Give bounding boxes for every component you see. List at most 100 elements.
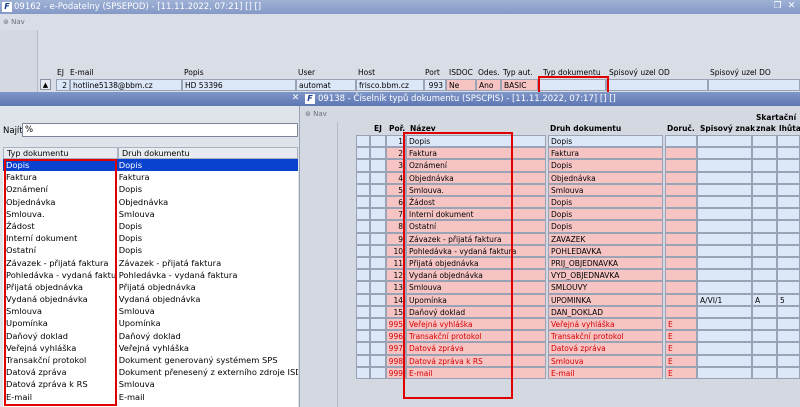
cell-doruc[interactable]: [665, 171, 697, 184]
cell-skart-lhuta[interactable]: [777, 269, 800, 282]
cell-port[interactable]: 993: [424, 79, 446, 91]
cell-skart-znak[interactable]: [752, 171, 777, 184]
cell-ej[interactable]: [370, 147, 386, 160]
cell-skart-znak[interactable]: [752, 208, 777, 221]
cell-email[interactable]: hotline5138@bbm.cz: [70, 79, 182, 91]
lov-col-druh[interactable]: Druh dokumentu: [118, 147, 298, 159]
cell-ej[interactable]: [370, 196, 386, 209]
cell-select[interactable]: [356, 244, 370, 257]
cell-doruc[interactable]: [665, 196, 697, 209]
back-table-row[interactable]: ▲ 2 hotline5138@bbm.cz HD 53396 automat …: [38, 78, 800, 92]
cell-select[interactable]: [356, 147, 370, 160]
cell-select[interactable]: [356, 354, 370, 367]
cell-druh[interactable]: Faktura: [548, 147, 663, 160]
cell-ej[interactable]: [370, 318, 386, 331]
cell-skart-znak[interactable]: [752, 257, 777, 270]
cell-druh[interactable]: Dopis: [548, 159, 663, 172]
back-nav-button[interactable]: ⊚ Nav: [3, 18, 25, 26]
cell-skart-lhuta[interactable]: [777, 330, 800, 343]
cell-druh[interactable]: Objednávka: [548, 171, 663, 184]
cell-spisovy-znak[interactable]: A/VI/1: [697, 293, 752, 306]
cell-skart-znak[interactable]: [752, 183, 777, 196]
cell-skart-lhuta[interactable]: [777, 342, 800, 355]
cell-ej[interactable]: [370, 330, 386, 343]
cell-skart-lhuta[interactable]: [777, 305, 800, 318]
cell-doruc[interactable]: E: [665, 342, 697, 355]
cell-doruc[interactable]: E: [665, 330, 697, 343]
lov-col-typ[interactable]: Typ dokumentu: [3, 147, 118, 159]
cell-druh[interactable]: VYD_OBJEDNAVKA: [548, 269, 663, 282]
cell-typ-aut[interactable]: BASIC: [501, 79, 538, 91]
cell-spisovy-znak[interactable]: [697, 147, 752, 160]
cell-skart-lhuta[interactable]: [777, 183, 800, 196]
cell-host[interactable]: frisco.bbm.cz: [356, 79, 424, 91]
cell-spisovy-znak[interactable]: [697, 208, 752, 221]
cell-skart-lhuta[interactable]: [777, 196, 800, 209]
cell-doruc[interactable]: [665, 305, 697, 318]
cell-select[interactable]: [356, 281, 370, 294]
cell-druh[interactable]: Dopis: [548, 135, 663, 148]
cell-ej[interactable]: [370, 232, 386, 245]
cell-druh[interactable]: Dopis: [548, 208, 663, 221]
cell-doruc[interactable]: [665, 293, 697, 306]
cell-select[interactable]: [356, 220, 370, 233]
cell-druh[interactable]: E-mail: [548, 366, 663, 379]
cell-skart-lhuta[interactable]: [777, 171, 800, 184]
cell-doruc[interactable]: E: [665, 318, 697, 331]
cell-ej[interactable]: [370, 171, 386, 184]
cell-doruc[interactable]: [665, 269, 697, 282]
cell-uzel-do[interactable]: [708, 79, 800, 91]
cell-skart-znak[interactable]: A: [752, 293, 777, 306]
cell-doruc[interactable]: E: [665, 366, 697, 379]
cell-druh[interactable]: Dopis: [548, 220, 663, 233]
cell-spisovy-znak[interactable]: [697, 281, 752, 294]
cell-doruc[interactable]: [665, 281, 697, 294]
cell-skart-znak[interactable]: [752, 354, 777, 367]
lov-search-input[interactable]: [22, 123, 298, 137]
cell-druh[interactable]: Smlouva: [548, 354, 663, 367]
cell-odes[interactable]: Ano: [476, 79, 501, 91]
cell-spisovy-znak[interactable]: [697, 244, 752, 257]
cell-skart-lhuta[interactable]: [777, 354, 800, 367]
row-scroll-up-button[interactable]: ▲: [40, 79, 51, 90]
cell-select[interactable]: [356, 171, 370, 184]
cell-select[interactable]: [356, 135, 370, 148]
cell-ej[interactable]: [370, 354, 386, 367]
cell-select[interactable]: [356, 366, 370, 379]
cell-select[interactable]: [356, 232, 370, 245]
cell-doruc[interactable]: [665, 232, 697, 245]
cell-select[interactable]: [356, 183, 370, 196]
restore-icon[interactable]: ❐: [772, 1, 783, 12]
cell-skart-znak[interactable]: [752, 330, 777, 343]
cell-spisovy-znak[interactable]: [697, 342, 752, 355]
cell-spisovy-znak[interactable]: [697, 318, 752, 331]
cell-ej[interactable]: [370, 220, 386, 233]
front-nav-button[interactable]: ⊚ Nav: [305, 110, 327, 118]
cell-spisovy-znak[interactable]: [697, 354, 752, 367]
cell-spisovy-znak[interactable]: [697, 330, 752, 343]
cell-doruc[interactable]: [665, 159, 697, 172]
cell-doruc[interactable]: [665, 220, 697, 233]
front-window-titlebar[interactable]: F ✕ 09138 - Číselník typů dokumentu (SPS…: [0, 92, 800, 106]
cell-select[interactable]: [356, 196, 370, 209]
back-window-titlebar[interactable]: F 09162 - e-Podatelny (SPSEPOD) - [11.11…: [0, 0, 800, 14]
cell-ej[interactable]: [370, 342, 386, 355]
cell-select[interactable]: [356, 330, 370, 343]
cell-skart-lhuta[interactable]: [777, 220, 800, 233]
cell-skart-znak[interactable]: [752, 318, 777, 331]
cell-ej[interactable]: [370, 135, 386, 148]
cell-skart-lhuta[interactable]: 5: [777, 293, 800, 306]
cell-skart-znak[interactable]: [752, 159, 777, 172]
cell-skart-znak[interactable]: [752, 342, 777, 355]
cell-select[interactable]: [356, 305, 370, 318]
cell-spisovy-znak[interactable]: [697, 159, 752, 172]
cell-skart-znak[interactable]: [752, 366, 777, 379]
close-icon[interactable]: ✕: [786, 1, 797, 12]
cell-ej[interactable]: [370, 244, 386, 257]
cell-skart-lhuta[interactable]: [777, 232, 800, 245]
cell-druh[interactable]: UPOMINKA: [548, 293, 663, 306]
cell-spisovy-znak[interactable]: [697, 232, 752, 245]
cell-skart-lhuta[interactable]: [777, 318, 800, 331]
cell-skart-lhuta[interactable]: [777, 208, 800, 221]
cell-ej[interactable]: [370, 293, 386, 306]
